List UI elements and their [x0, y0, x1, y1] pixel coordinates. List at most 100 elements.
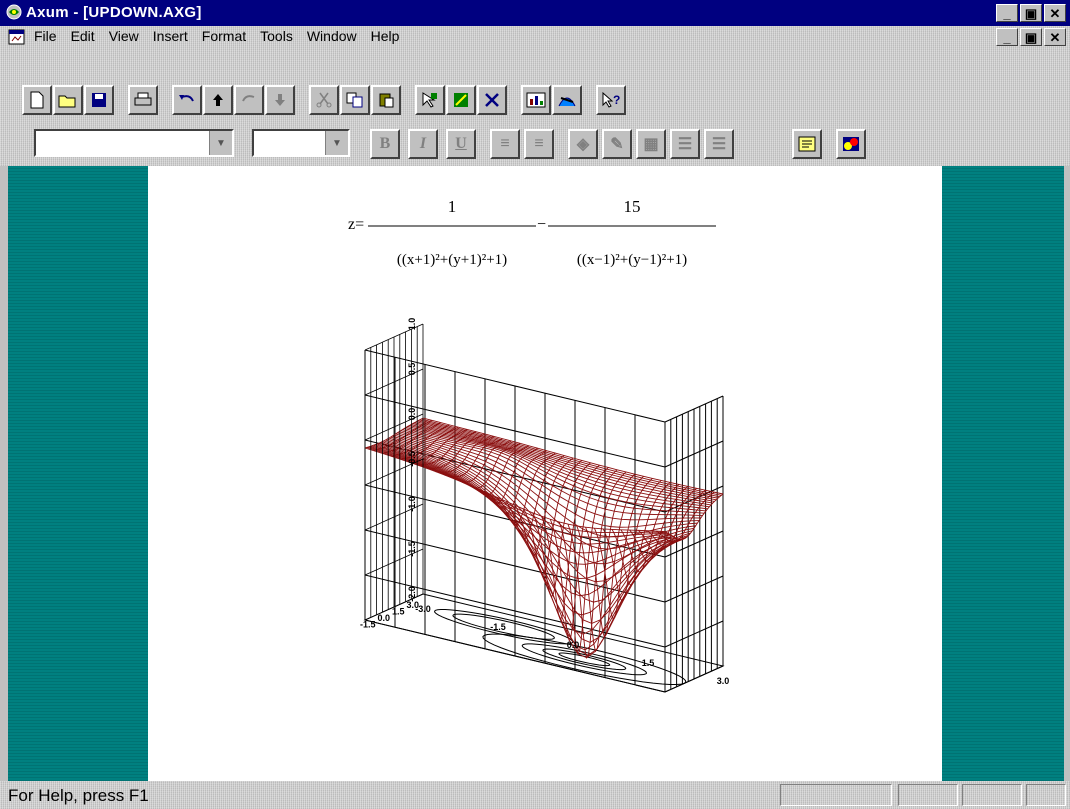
copy-icon: [346, 92, 363, 108]
menu-tools[interactable]: Tools: [260, 28, 293, 44]
status-text: For Help, press F1: [8, 786, 149, 805]
doc-close-button[interactable]: ✕: [1044, 28, 1066, 46]
menu-help[interactable]: Help: [371, 28, 400, 44]
pattern-button[interactable]: ▦: [636, 129, 666, 159]
fill-color-icon: ◈: [576, 136, 590, 153]
status-pane-2: [898, 784, 958, 806]
surface-plot[interactable]: 1.00.50.0-0.5-1.0-1.5-2.0-3.0-1.50.01.53…: [360, 318, 730, 693]
context-help-button[interactable]: ?: [596, 85, 626, 115]
x-tick-label: 1.5: [642, 658, 655, 668]
fill-color-button[interactable]: ◈: [568, 129, 598, 159]
underline-button[interactable]: U: [446, 129, 476, 159]
save-button[interactable]: [84, 85, 114, 115]
properties-icon: [798, 136, 816, 152]
select-tool-icon: [422, 92, 437, 108]
pencil-icon: ✎: [610, 136, 624, 153]
align-left-button[interactable]: ≡: [490, 129, 520, 159]
palette-icon: [454, 93, 468, 107]
line-weight-button[interactable]: ☰: [704, 129, 734, 159]
status-bar: For Help, press F1: [0, 781, 1070, 809]
formula-denominator-1: ((x+1)²+(y+1)²+1): [397, 252, 507, 268]
align-right-button[interactable]: ≡: [524, 129, 554, 159]
menu-file[interactable]: File: [34, 28, 57, 44]
redo-icon: [242, 95, 255, 102]
z-tick-label: 1.0: [407, 318, 417, 331]
y-tick-label: 0.0: [377, 613, 390, 623]
paste-icon: [379, 93, 394, 108]
formula-minus: −: [537, 216, 546, 233]
graph-gallery-icon: [526, 92, 546, 108]
font-dropdown-arrow[interactable]: ▼: [209, 131, 232, 155]
size-combo[interactable]: ▼: [252, 129, 350, 157]
cut-button[interactable]: [309, 85, 339, 115]
redo-button[interactable]: [234, 85, 264, 115]
z-tick-label: 0.0: [407, 408, 417, 421]
line-style-button[interactable]: ☰: [670, 129, 700, 159]
graph-wizard-icon: [558, 97, 576, 107]
menu-view[interactable]: View: [109, 28, 139, 44]
size-dropdown-arrow[interactable]: ▼: [325, 131, 348, 155]
copy-button[interactable]: [340, 85, 370, 115]
context-help-icon: ?: [602, 91, 620, 108]
z-tick-label: -0.5: [407, 451, 417, 467]
graph-wizard-button[interactable]: [552, 85, 582, 115]
formula-denominator-2: ((x−1)²+(y−1)²+1): [577, 252, 687, 268]
open-button[interactable]: [53, 85, 83, 115]
close-button[interactable]: ✕: [1044, 4, 1066, 22]
formula-lhs: z=: [348, 216, 364, 233]
line-weight-icon: ☰: [711, 136, 727, 153]
z-tick-label: -1.5: [407, 541, 417, 557]
delete-icon: [485, 93, 499, 107]
delete-button[interactable]: [477, 85, 507, 115]
line-style-icon: ☰: [677, 136, 693, 153]
bold-button[interactable]: B: [370, 129, 400, 159]
print-button[interactable]: [128, 85, 158, 115]
color-scheme-button[interactable]: [836, 129, 866, 159]
properties-button[interactable]: [792, 129, 822, 159]
pattern-icon: ▦: [643, 136, 659, 153]
align-left-icon: ≡: [500, 135, 510, 152]
y-tick-label: 1.5: [392, 607, 405, 617]
title-bar: Axum - [UPDOWN.AXG] _ ▣ ✕: [0, 0, 1070, 26]
graph-sheet[interactable]: z= 1 ((x+1)²+(y+1)²+1) − 15 ((x−1)²+(y−1…: [148, 166, 942, 781]
graph-gallery-button[interactable]: [521, 85, 551, 115]
formula[interactable]: z= 1 ((x+1)²+(y+1)²+1) − 15 ((x−1)²+(y−1…: [348, 197, 716, 268]
line-color-button[interactable]: ✎: [602, 129, 632, 159]
send-backward-button[interactable]: [265, 85, 295, 115]
send-backward-icon: [275, 94, 285, 106]
document-icon[interactable]: [8, 29, 25, 45]
align-right-icon: ≡: [534, 135, 544, 152]
minimize-button[interactable]: _: [996, 4, 1018, 22]
format-toolbar: ▼ ▼ B I U ≡ ≡ ◈ ✎ ▦ ☰ ☰: [0, 122, 1070, 166]
save-icon: [92, 93, 106, 107]
italic-button[interactable]: I: [408, 129, 438, 159]
undo-button[interactable]: [172, 85, 202, 115]
menu-format[interactable]: Format: [202, 28, 246, 44]
doc-minimize-button[interactable]: _: [996, 28, 1018, 46]
bring-forward-button[interactable]: [203, 85, 233, 115]
menu-bar: File Edit View Insert Format Tools Windo…: [0, 26, 1070, 48]
formula-numerator-1: 1: [448, 197, 457, 216]
floor-contour: [521, 643, 647, 676]
maximize-button[interactable]: ▣: [1020, 4, 1042, 22]
status-pane-3: [962, 784, 1022, 806]
paste-button[interactable]: [371, 85, 401, 115]
surface-mesh-line: [414, 422, 715, 502]
bring-forward-icon: [213, 94, 223, 106]
x-tick-label: 3.0: [717, 676, 730, 686]
standard-toolbar: [0, 48, 1070, 112]
menu-insert[interactable]: Insert: [153, 28, 188, 44]
new-icon: [30, 91, 44, 109]
font-combo[interactable]: ▼: [34, 129, 234, 157]
select-tool-button[interactable]: [415, 85, 445, 115]
menu-window[interactable]: Window: [307, 28, 357, 44]
graph-canvas: z= 1 ((x+1)²+(y+1)²+1) − 15 ((x−1)²+(y−1…: [348, 197, 730, 693]
z-tick-label: 0.5: [407, 363, 417, 376]
z-tick-label: -1.0: [407, 496, 417, 512]
palette-button[interactable]: [446, 85, 476, 115]
svg-text:?: ?: [613, 93, 620, 107]
cut-icon: [316, 92, 332, 108]
new-button[interactable]: [22, 85, 52, 115]
doc-restore-button[interactable]: ▣: [1020, 28, 1042, 46]
menu-edit[interactable]: Edit: [71, 28, 95, 44]
